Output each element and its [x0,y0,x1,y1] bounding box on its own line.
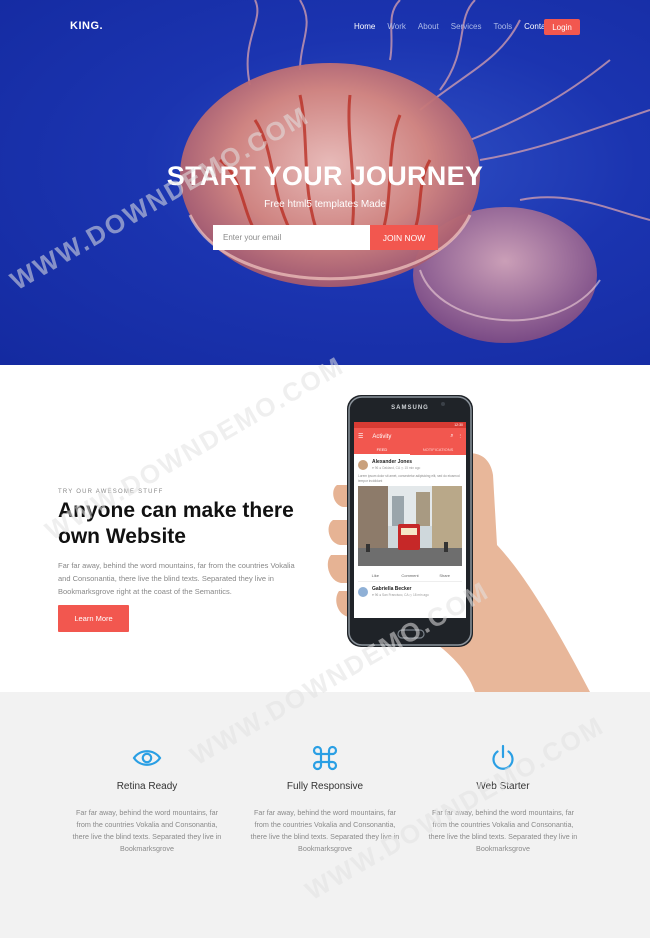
nav-link-services[interactable]: Services [451,22,482,31]
eye-icon [132,750,162,766]
feature-title: Web Starter [476,781,530,792]
hero-subtitle: Free html5 templates Made [264,199,386,210]
feature-description: Far far away, behind the word mountains,… [428,808,578,853]
nav-link-about[interactable]: About [418,22,439,31]
section-eyebrow: TRY OUR AWESOME STUFF [58,489,164,495]
phone-brand: SAMSUNG [391,405,429,411]
command-icon [312,745,338,771]
nav-link-work[interactable]: Work [387,22,406,31]
status-time: 12:30 [454,423,463,427]
avatar [358,459,368,470]
menu-icon[interactable]: ☰ [358,433,363,440]
post-author: Gabriella Becker [372,586,412,592]
post-text: Lorem ipsum dolor sit amet, consectetur … [358,474,460,483]
learn-more-button[interactable]: Learn More [58,605,129,632]
app-toolbar: ☰ Activity ⌕ ⋮ [354,428,466,445]
post-meta: ♥ 96 ● San Francisco, CA ◷ 18 min ago [372,593,429,597]
join-now-button[interactable]: JOIN NOW [370,225,438,250]
app-title: Activity [372,433,392,440]
phone-in-hand-image: SAMSUNG 12:30 ☰ Activity ⌕ ⋮ FEED NOTIFI… [325,395,595,692]
login-button[interactable]: Login [544,19,580,35]
search-icon[interactable]: ⌕ [450,433,453,440]
feature-title: Retina Ready [116,781,178,792]
feature-title: Fully Responsive [286,781,364,792]
hero-title: START YOUR JOURNEY [166,161,484,191]
email-input[interactable] [213,225,370,250]
hero-section: KING. Home Work About Services Tools Con… [0,0,650,365]
post-author: Alexander Jones [372,459,413,465]
top-navbar: KING. Home Work About Services Tools Con… [0,0,650,54]
newsletter-form: JOIN NOW [213,225,438,250]
feature-description: Far far away, behind the word mountains,… [250,808,400,853]
street-tram-photo [358,486,462,566]
site-logo[interactable]: KING. [70,20,103,32]
share-button[interactable]: Share [427,571,462,581]
about-description: Far far away, behind the word mountains,… [58,561,295,596]
feature-description: Far far away, behind the word mountains,… [72,808,222,853]
nav-link-home[interactable]: Home [354,22,375,31]
feed-post: Alexander Jones ♥ 96 ● Oakland, CA ◷ 15 … [354,455,466,582]
post-actions: Like Comment Share [358,571,462,582]
features-section: Retina Ready Far far away, behind the wo… [0,692,650,938]
power-icon [492,744,514,770]
like-button[interactable]: Like [358,571,393,581]
about-title: Anyone can make there own Website [58,499,294,548]
tab-notifications[interactable]: NOTIFICATIONS [410,445,466,455]
main-menu: Home Work About Services Tools Contact [354,22,564,31]
phone-screen: 12:30 ☰ Activity ⌕ ⋮ FEED NOTIFICATIONS … [354,422,466,618]
feed-post: Gabriella Becker ♥ 96 ● San Francisco, C… [354,582,466,597]
nav-link-tools[interactable]: Tools [493,22,512,31]
avatar [358,586,368,597]
about-section: TRY OUR AWESOME STUFF Anyone can make th… [0,365,650,692]
comment-button[interactable]: Comment [393,571,428,581]
tab-feed[interactable]: FEED [354,445,410,455]
app-tabs: FEED NOTIFICATIONS [354,445,466,455]
more-icon[interactable]: ⋮ [458,434,464,440]
post-meta: ♥ 96 ● Oakland, CA ◷ 15 min ago [372,466,421,470]
